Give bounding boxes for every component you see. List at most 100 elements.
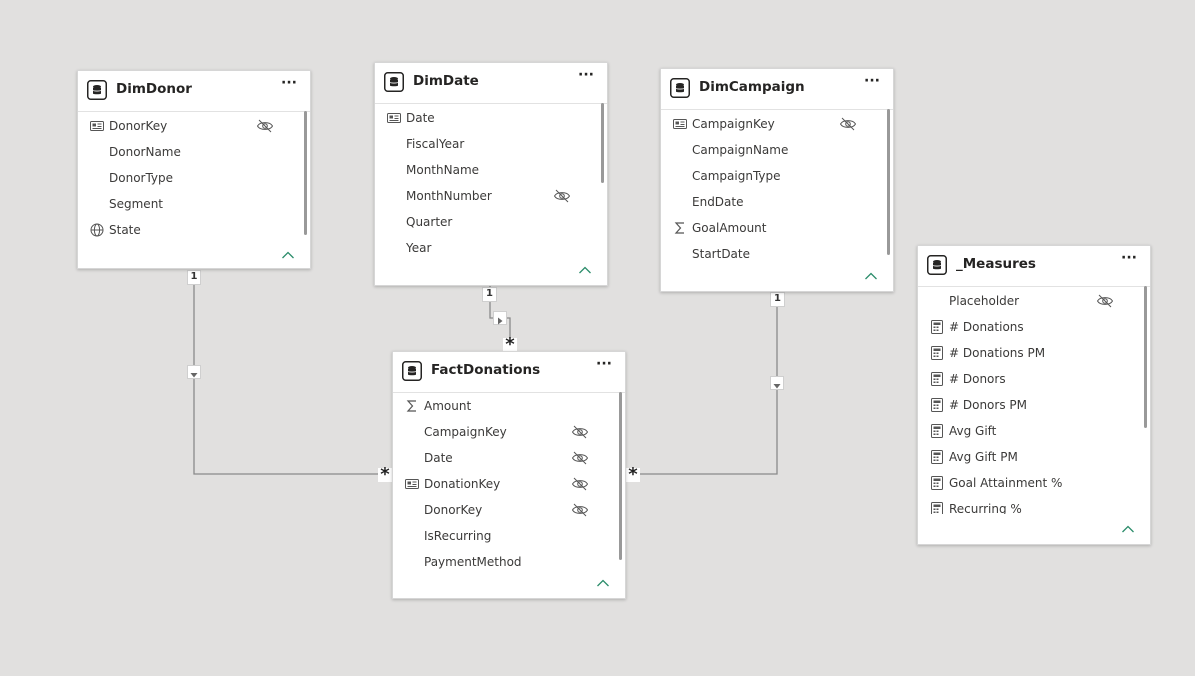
field-label: DonorKey bbox=[424, 503, 483, 517]
field-row[interactable]: # Donors PM bbox=[918, 392, 1138, 418]
key-card-icon bbox=[387, 113, 401, 123]
field-row[interactable]: StartDate bbox=[661, 241, 881, 267]
cardinality-one-donor: 1 bbox=[187, 270, 201, 285]
field-row[interactable]: DonorName bbox=[78, 139, 298, 165]
field-row[interactable]: State bbox=[78, 217, 298, 243]
field-row[interactable]: Date bbox=[375, 105, 595, 131]
field-row[interactable]: EndDate bbox=[661, 189, 881, 215]
field-row[interactable]: GoalAmount bbox=[661, 215, 881, 241]
field-row[interactable]: Date bbox=[393, 445, 613, 471]
chevron-up-icon[interactable] bbox=[1121, 524, 1135, 534]
field-label: Date bbox=[424, 451, 453, 465]
field-row[interactable]: CampaignKey bbox=[393, 419, 613, 445]
field-label: MonthNumber bbox=[406, 189, 492, 203]
field-row[interactable]: PaymentMethod bbox=[393, 549, 613, 575]
field-row[interactable]: IsRecurring bbox=[393, 523, 613, 549]
globe-icon bbox=[90, 223, 104, 237]
calculator-icon bbox=[931, 372, 943, 386]
hidden-eye-icon bbox=[839, 117, 857, 131]
table-icon bbox=[670, 78, 690, 98]
more-options-icon[interactable]: ··· bbox=[280, 76, 298, 91]
scrollbar[interactable] bbox=[304, 111, 307, 235]
table-icon bbox=[927, 255, 947, 275]
table-icon bbox=[384, 72, 404, 92]
table-header[interactable]: DimDonor ··· bbox=[78, 71, 310, 112]
more-options-icon[interactable]: ··· bbox=[1120, 251, 1138, 266]
field-row[interactable]: # Donations bbox=[918, 314, 1138, 340]
calculator-icon bbox=[931, 450, 943, 464]
hidden-eye-icon bbox=[553, 189, 571, 203]
arrow-down-icon bbox=[773, 384, 781, 389]
field-label: Goal Attainment % bbox=[949, 476, 1063, 490]
cardinality-many-donor: * bbox=[378, 466, 392, 484]
field-row[interactable]: CampaignType bbox=[661, 163, 881, 189]
field-row[interactable]: CampaignName bbox=[661, 137, 881, 163]
calculator-icon bbox=[931, 320, 943, 334]
field-label: # Donors bbox=[949, 372, 1006, 386]
field-row[interactable]: Placeholder bbox=[918, 288, 1138, 314]
chevron-up-icon[interactable] bbox=[596, 578, 610, 588]
table-card-factdonations[interactable]: FactDonations ··· Amount CampaignKey Dat… bbox=[392, 351, 626, 599]
chevron-up-icon[interactable] bbox=[578, 265, 592, 275]
more-options-icon[interactable]: ··· bbox=[595, 357, 613, 372]
hidden-eye-icon bbox=[571, 477, 589, 491]
field-row[interactable]: MonthName bbox=[375, 157, 595, 183]
field-row[interactable]: DonorType bbox=[78, 165, 298, 191]
table-card-dimdate[interactable]: DimDate ··· Date FiscalYear MonthName Mo… bbox=[374, 62, 608, 286]
scrollbar[interactable] bbox=[887, 109, 890, 255]
field-row[interactable]: DonorKey bbox=[78, 113, 298, 139]
table-header[interactable]: DimCampaign ··· bbox=[661, 69, 893, 110]
field-row[interactable]: # Donors bbox=[918, 366, 1138, 392]
field-row[interactable]: Recurring % bbox=[918, 496, 1138, 514]
more-options-icon[interactable]: ··· bbox=[577, 68, 595, 83]
calculator-icon bbox=[931, 502, 943, 514]
field-row[interactable]: Segment bbox=[78, 191, 298, 217]
scrollbar[interactable] bbox=[601, 103, 604, 183]
field-row[interactable]: DonorKey bbox=[393, 497, 613, 523]
field-label: CampaignName bbox=[692, 143, 789, 157]
field-row[interactable]: Amount bbox=[393, 393, 613, 419]
field-row[interactable]: FiscalYear bbox=[375, 131, 595, 157]
field-row[interactable]: MonthNumber bbox=[375, 183, 595, 209]
table-card-measures[interactable]: _Measures ··· Placeholder # Donations # … bbox=[917, 245, 1151, 545]
field-row[interactable]: Avg Gift bbox=[918, 418, 1138, 444]
field-row[interactable]: Year bbox=[375, 235, 595, 261]
field-label: Avg Gift PM bbox=[949, 450, 1018, 464]
filter-direction-date[interactable] bbox=[493, 311, 507, 325]
field-label: CampaignType bbox=[692, 169, 781, 183]
chevron-up-icon[interactable] bbox=[281, 250, 295, 260]
arrow-down-icon bbox=[190, 373, 198, 378]
cardinality-one-campaign: 1 bbox=[770, 292, 785, 307]
scrollbar[interactable] bbox=[1144, 286, 1147, 428]
table-icon bbox=[402, 361, 422, 381]
table-card-dimdonor[interactable]: DimDonor ··· DonorKey DonorName DonorTyp… bbox=[77, 70, 311, 269]
scrollbar[interactable] bbox=[619, 392, 622, 560]
filter-direction-campaign[interactable] bbox=[770, 376, 784, 390]
field-label: # Donations PM bbox=[949, 346, 1046, 360]
field-row[interactable]: # Donations PM bbox=[918, 340, 1138, 366]
field-label: IsRecurring bbox=[424, 529, 492, 543]
relationship-line-campaign bbox=[626, 292, 778, 475]
field-row[interactable]: DonationKey bbox=[393, 471, 613, 497]
field-label: Placeholder bbox=[949, 294, 1020, 308]
hidden-eye-icon bbox=[1096, 294, 1114, 308]
field-row[interactable]: CampaignKey bbox=[661, 111, 881, 137]
field-row[interactable]: Quarter bbox=[375, 209, 595, 235]
cardinality-many-date: * bbox=[503, 336, 517, 354]
filter-direction-donor[interactable] bbox=[187, 365, 201, 379]
field-row[interactable]: Goal Attainment % bbox=[918, 470, 1138, 496]
field-label: Amount bbox=[424, 399, 472, 413]
field-label: State bbox=[109, 223, 141, 237]
hidden-eye-icon bbox=[256, 119, 274, 133]
relationship-line-donor bbox=[193, 270, 392, 475]
chevron-up-icon[interactable] bbox=[864, 271, 878, 281]
more-options-icon[interactable]: ··· bbox=[863, 74, 881, 89]
table-header[interactable]: _Measures ··· bbox=[918, 246, 1150, 287]
field-label: Avg Gift bbox=[949, 424, 997, 438]
table-header[interactable]: FactDonations ··· bbox=[393, 352, 625, 393]
field-label: PaymentMethod bbox=[424, 555, 522, 569]
table-header[interactable]: DimDate ··· bbox=[375, 63, 607, 104]
table-card-dimcampaign[interactable]: DimCampaign ··· CampaignKey CampaignName… bbox=[660, 68, 894, 292]
field-row[interactable]: Avg Gift PM bbox=[918, 444, 1138, 470]
field-label: DonorKey bbox=[109, 119, 168, 133]
